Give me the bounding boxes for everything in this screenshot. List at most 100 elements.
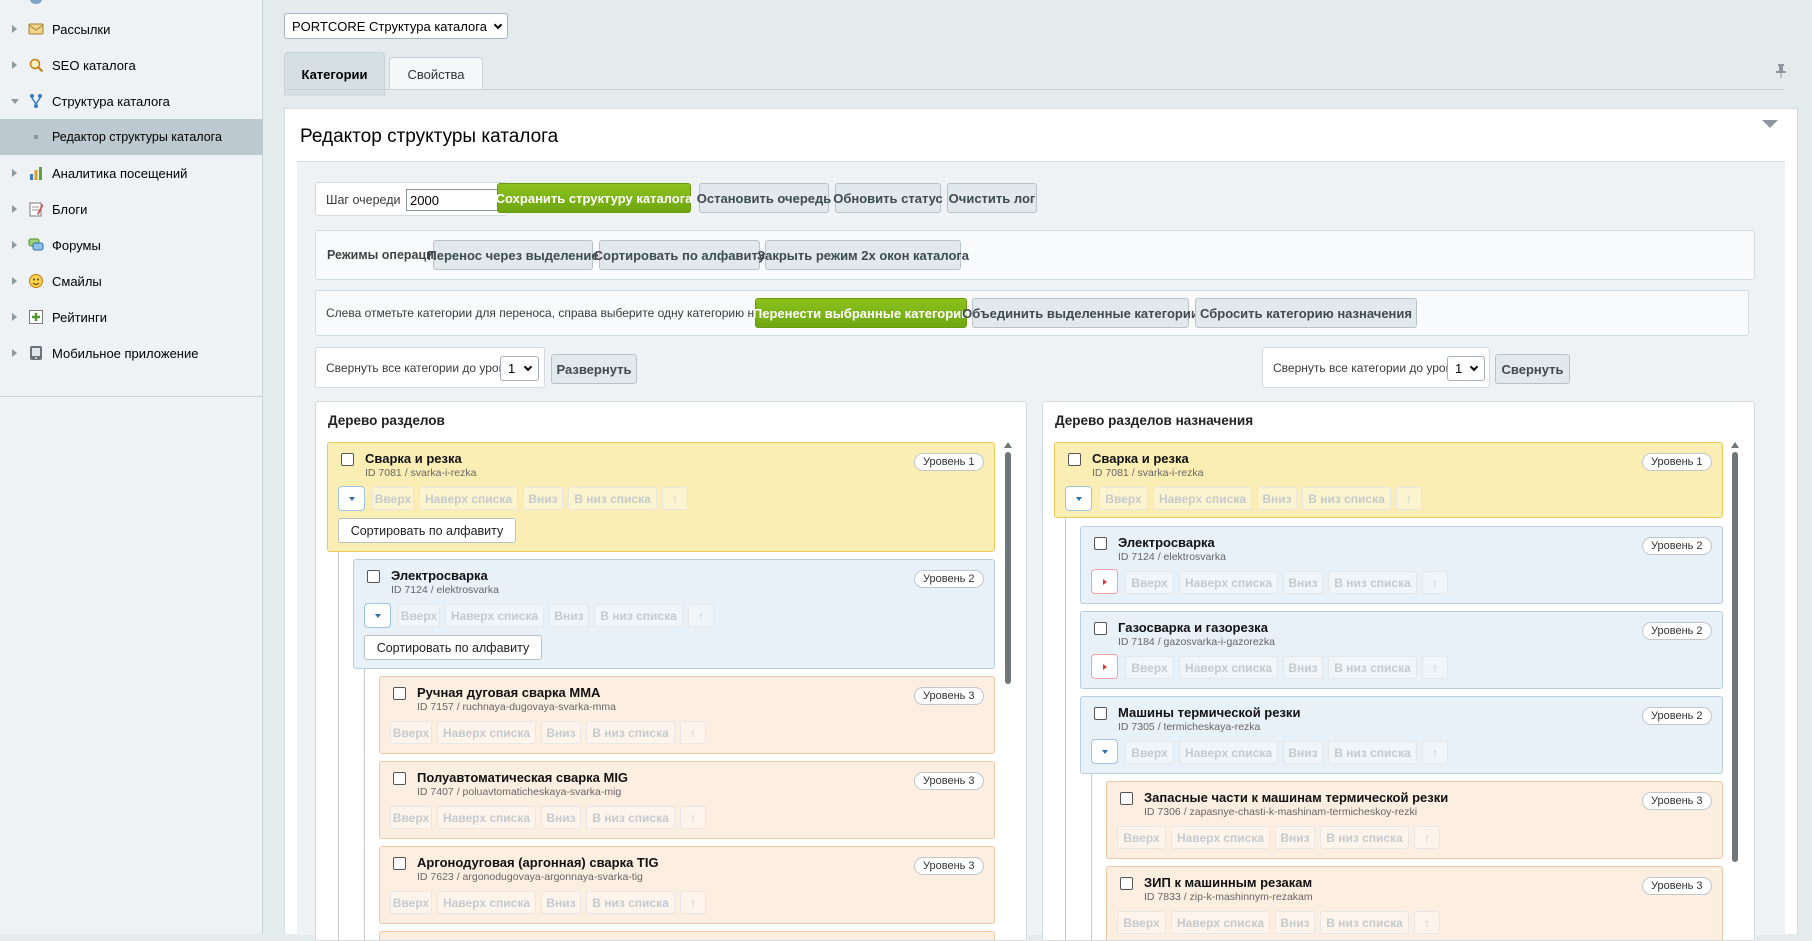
expand-arrow-icon[interactable]: [12, 169, 17, 177]
move-bottom-button[interactable]: В низ списка: [1328, 656, 1417, 679]
scroll-up-icon[interactable]: [1004, 442, 1012, 448]
expand-arrow-icon[interactable]: [12, 277, 17, 285]
move-down-button[interactable]: Вниз: [541, 806, 581, 829]
move-to-parent-button[interactable]: ↑: [1422, 741, 1448, 764]
expand-arrow-icon[interactable]: [12, 25, 17, 33]
move-up-button[interactable]: Вверх: [1099, 487, 1148, 510]
sidebar-item-ratings[interactable]: Рейтинги: [0, 299, 263, 335]
expand-arrow-icon[interactable]: [12, 61, 17, 69]
move-down-button[interactable]: Вниз: [1283, 741, 1323, 764]
move-down-button[interactable]: Вниз: [1275, 826, 1315, 849]
node-toggle[interactable]: [364, 603, 391, 628]
stop-queue-button[interactable]: Остановить очередь: [697, 183, 831, 213]
move-down-button[interactable]: Вниз: [1275, 911, 1315, 934]
move-down-button[interactable]: Вниз: [1283, 656, 1323, 679]
move-down-button[interactable]: Вниз: [1257, 487, 1297, 510]
node-checkbox[interactable]: [1094, 537, 1107, 550]
node-checkbox[interactable]: [367, 570, 380, 583]
expand-arrow-icon[interactable]: [12, 349, 17, 357]
move-by-selection-button[interactable]: Перенос через выделение: [427, 240, 599, 270]
move-bottom-button[interactable]: В низ списка: [1320, 911, 1409, 934]
move-bottom-button[interactable]: В низ списка: [1302, 487, 1391, 510]
node-checkbox[interactable]: [1120, 877, 1133, 890]
sidebar-item-catalog-structure-editor[interactable]: Редактор структуры каталога: [0, 119, 263, 155]
tree-node[interactable]: Газосварка и газорезка ID 7184 / gazosva…: [1080, 611, 1723, 689]
move-down-button[interactable]: Вниз: [549, 604, 589, 627]
node-toggle-collapsed[interactable]: [1091, 569, 1118, 594]
collapse-level-right-select[interactable]: 1: [1447, 356, 1485, 381]
sort-children-button[interactable]: Сортировать по алфавиту: [364, 635, 542, 660]
move-top-button[interactable]: Наверх списка: [1179, 571, 1278, 594]
sidebar-item-smileys[interactable]: Смайлы: [0, 263, 263, 299]
source-tree-scrollbar[interactable]: [1004, 442, 1012, 940]
move-up-button[interactable]: Вверх: [390, 806, 432, 829]
sidebar-item-catalog-structure[interactable]: Структура каталога: [0, 83, 263, 119]
save-structure-button[interactable]: Сохранить структуру каталога: [496, 183, 692, 213]
move-down-button[interactable]: Вниз: [523, 487, 563, 510]
tree-node[interactable]: Сварка и резка ID 7081 / svarka-i-rezka …: [1054, 442, 1723, 518]
expand-arrow-icon[interactable]: [12, 313, 17, 321]
move-down-button[interactable]: Вниз: [541, 891, 581, 914]
destination-tree-scrollbar[interactable]: [1731, 442, 1739, 940]
move-to-parent-button[interactable]: ↑: [662, 487, 688, 510]
move-down-button[interactable]: Вниз: [1283, 571, 1323, 594]
move-top-button[interactable]: Наверх списка: [437, 891, 536, 914]
move-top-button[interactable]: Наверх списка: [1171, 911, 1270, 934]
sidebar-item-mobile-app[interactable]: Мобильное приложение: [0, 335, 263, 371]
sidebar-item-analytics[interactable]: Аналитика посещений: [0, 155, 263, 191]
move-bottom-button[interactable]: В низ списка: [1320, 826, 1409, 849]
node-toggle[interactable]: [338, 486, 365, 511]
tree-node[interactable]: Полуавтоматическая сварка MIG ID 7407 / …: [379, 761, 995, 839]
tree-node[interactable]: Электросварка ID 7124 / elektrosvarka Ур…: [353, 559, 995, 669]
node-checkbox[interactable]: [393, 687, 406, 700]
move-up-button[interactable]: Вверх: [1125, 571, 1174, 594]
pin-icon[interactable]: [1774, 63, 1788, 79]
panel-collapse-icon[interactable]: [1762, 120, 1778, 128]
clear-log-button[interactable]: Очистить лог: [947, 183, 1037, 213]
node-checkbox[interactable]: [1094, 707, 1107, 720]
close-two-window-mode-button[interactable]: Закрыть режим 2х окон каталога: [757, 240, 969, 270]
node-checkbox[interactable]: [341, 453, 354, 466]
tree-node[interactable]: Машины термической резки ID 7305 / termi…: [1080, 696, 1723, 774]
tree-node[interactable]: Сварка и резка ID 7081 / svarka-i-rezka …: [327, 442, 995, 552]
scroll-thumb[interactable]: [1005, 452, 1011, 684]
move-top-button[interactable]: Наверх списка: [437, 806, 536, 829]
tab-properties[interactable]: Свойства: [389, 57, 483, 90]
tree-node[interactable]: Запасные части к машинам термической рез…: [1106, 781, 1723, 859]
merge-categories-button[interactable]: Объединить выделенные категории: [962, 298, 1199, 328]
move-top-button[interactable]: Наверх списка: [1179, 741, 1278, 764]
expand-arrow-icon[interactable]: [12, 241, 17, 249]
move-bottom-button[interactable]: В низ списка: [594, 604, 683, 627]
node-toggle-collapsed[interactable]: [1091, 654, 1118, 679]
move-up-button[interactable]: Вверх: [1125, 656, 1174, 679]
move-bottom-button[interactable]: В низ списка: [586, 891, 675, 914]
scroll-thumb[interactable]: [1732, 452, 1738, 862]
move-up-button[interactable]: Вверх: [372, 487, 414, 510]
collapse-button[interactable]: Свернуть: [1495, 354, 1570, 384]
move-up-button[interactable]: Вверх: [1117, 911, 1166, 934]
node-checkbox[interactable]: [393, 857, 406, 870]
tree-node[interactable]: ЗИП к машинным резакам ID 7833 / zip-k-m…: [1106, 866, 1723, 940]
move-top-button[interactable]: Наверх списка: [419, 487, 518, 510]
move-bottom-button[interactable]: В низ списка: [586, 721, 675, 744]
move-bottom-button[interactable]: В низ списка: [1328, 741, 1417, 764]
collapse-arrow-icon[interactable]: [11, 98, 19, 104]
sidebar-item-seo[interactable]: SEO каталога: [0, 47, 263, 83]
move-to-parent-button[interactable]: ↑: [1414, 911, 1440, 934]
node-toggle[interactable]: [1065, 486, 1092, 511]
refresh-status-button[interactable]: Обновить статус: [833, 183, 943, 213]
tree-node[interactable]: Аргонодуговая (аргонная) сварка TIG ID 7…: [379, 846, 995, 924]
sort-alphabet-mode-button[interactable]: Сортировать по алфавиту: [594, 240, 765, 270]
move-top-button[interactable]: Наверх списка: [1153, 487, 1252, 510]
node-checkbox[interactable]: [1094, 622, 1107, 635]
reset-destination-button[interactable]: Сбросить категорию назначения: [1195, 298, 1417, 328]
move-to-parent-button[interactable]: ↑: [1396, 487, 1422, 510]
move-top-button[interactable]: Наверх списка: [1171, 826, 1270, 849]
move-selected-categories-button[interactable]: Перенести выбранные категории: [753, 298, 969, 328]
move-top-button[interactable]: Наверх списка: [437, 721, 536, 744]
move-top-button[interactable]: Наверх списка: [445, 604, 544, 627]
scroll-up-icon[interactable]: [1731, 442, 1739, 448]
sidebar-item-blogs[interactable]: Блоги: [0, 191, 263, 227]
move-to-parent-button[interactable]: ↑: [680, 891, 706, 914]
move-up-button[interactable]: Вверх: [398, 604, 440, 627]
